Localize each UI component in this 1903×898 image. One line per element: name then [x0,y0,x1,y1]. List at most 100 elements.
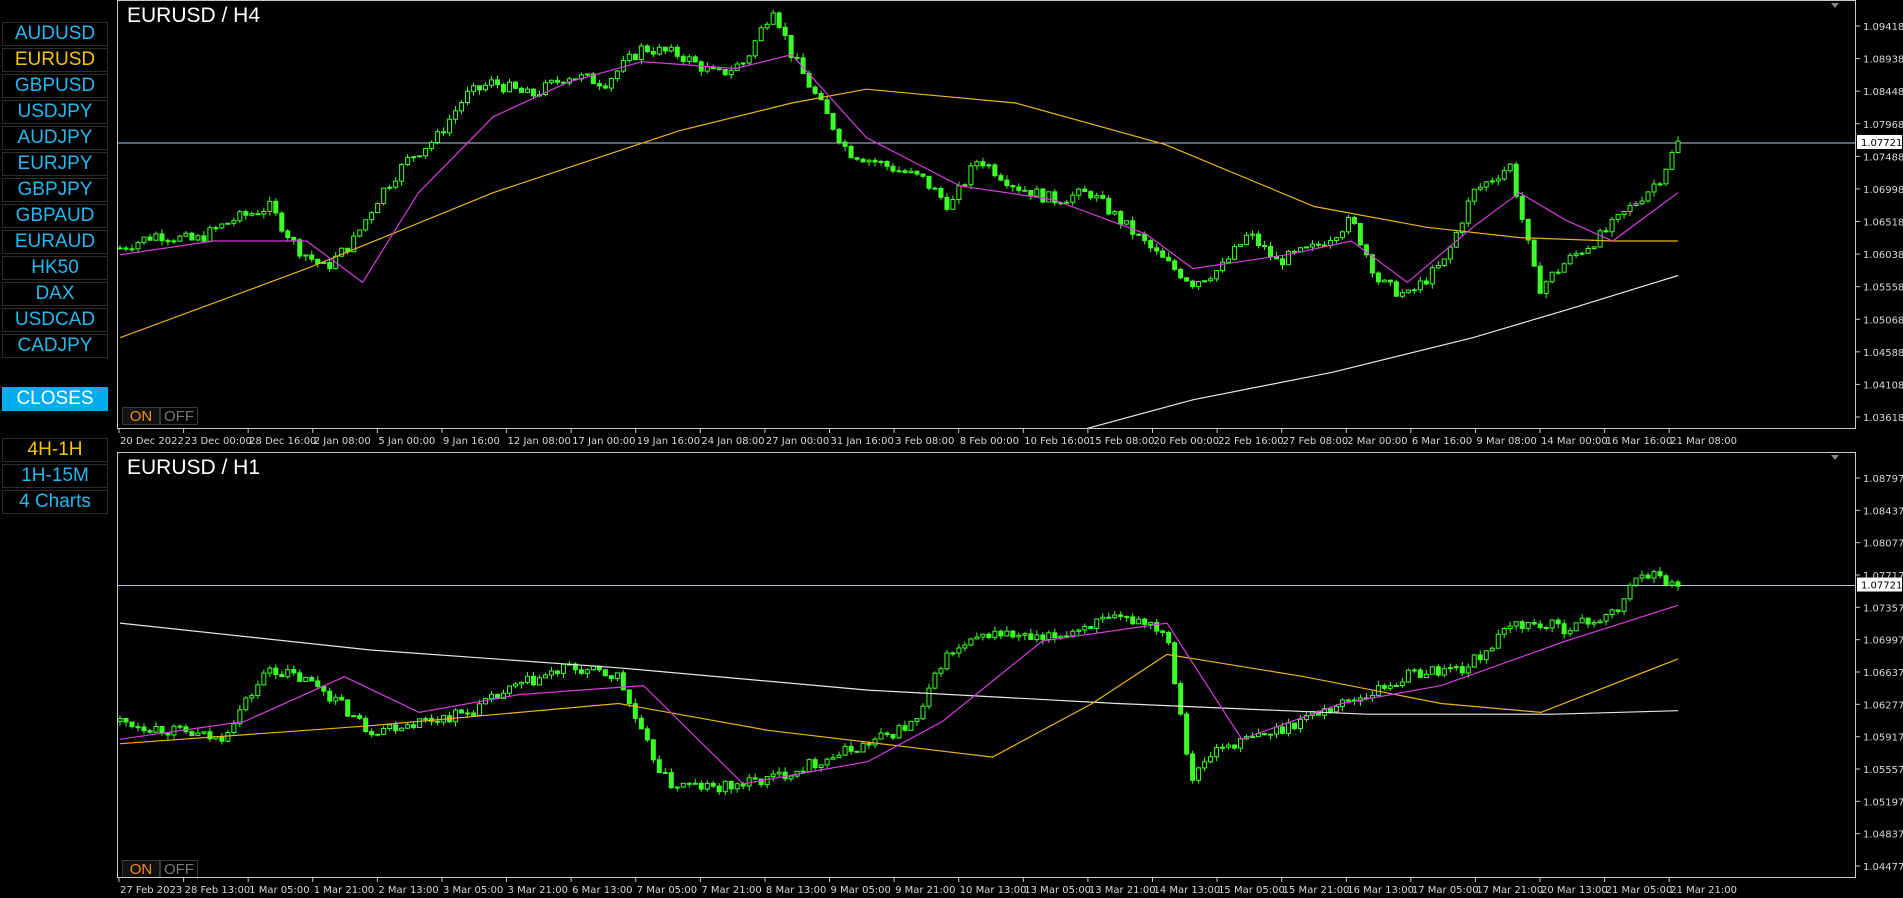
candle-body [363,219,369,231]
candle-body [201,731,207,734]
candle-body [860,742,866,753]
candle-body [339,696,345,701]
candle-body [423,148,429,157]
candle-body [1639,574,1645,579]
candle-body [842,745,848,756]
off-button[interactable]: OFF [160,860,198,877]
time-label: 12 Jan 08:00 [508,436,571,447]
candle-body [908,720,914,731]
candle-body [1232,246,1238,260]
candle-body [716,68,722,71]
symbol-button-eurjpy[interactable]: EURJPY [2,152,108,176]
candle-body [1519,195,1525,220]
candle-body [1214,270,1220,280]
time-axis[interactable]: 27 Feb 2023 28 Feb 13:00 1 Mar 05:00 1 Mar … [117,878,1856,898]
candle-body [548,670,554,676]
candle-body [1136,233,1142,236]
ma-slow-line [119,88,1678,339]
time-label: 9 Mar 21:00 [895,885,955,896]
candle-body [878,732,884,740]
symbol-button-euraud[interactable]: EURAUD [2,230,108,254]
candle-body [794,56,800,59]
price-label: 1.07488 [1863,152,1903,163]
candle-body [974,636,980,640]
time-label: 31 Jan 16:00 [831,436,894,447]
symbol-button-gbpaud[interactable]: GBPAUD [2,204,108,228]
symbol-button-gbpjpy[interactable]: GBPJPY [2,178,108,202]
candle-body [1609,218,1615,233]
symbol-button-gbpusd[interactable]: GBPUSD [2,74,108,98]
time-label: 2 Mar 00:00 [1347,436,1407,447]
chart-plot-area[interactable]: EURUSD / H1 ON OFF [117,452,1856,878]
time-label: 15 Mar 21:00 [1283,885,1350,896]
symbol-button-audjpy[interactable]: AUDJPY [2,126,108,150]
candle-body [1082,188,1088,193]
candle-body [1130,220,1136,235]
time-label: 7 Mar 05:00 [637,885,697,896]
candle-body [1034,634,1040,641]
on-button[interactable]: ON [122,860,160,877]
off-button[interactable]: OFF [160,407,198,425]
candle-body [1531,239,1537,267]
symbol-button-usdjpy[interactable]: USDJPY [2,100,108,124]
candle-body [243,211,249,216]
candle-body [1004,179,1010,187]
time-label: 28 Feb 13:00 [185,885,251,896]
timeframe-button-1h-15m[interactable]: 1H-15M [2,464,108,488]
candle-body [1124,220,1130,225]
candle-body [1471,188,1477,202]
candle-body [602,85,608,89]
candle-body [1076,629,1082,632]
price-axis[interactable]: 1.09418 1.08938 1.08448 1.07968 1.07488 1.069… [1856,0,1903,452]
symbol-button-usdcad[interactable]: USDCAD [2,308,108,332]
time-label: 10 Feb 16:00 [1024,436,1090,447]
time-label: 13 Mar 21:00 [1089,885,1156,896]
candle-body [1531,621,1537,625]
candle-body [1597,620,1603,624]
symbol-button-cadjpy[interactable]: CADJPY [2,334,108,358]
candle-body [1202,280,1208,283]
candle-body [986,633,992,639]
candle-body [1286,250,1291,266]
candle-body [1411,289,1417,292]
candle-body [135,241,141,250]
candle-body [1669,152,1675,170]
candle-body [387,724,393,730]
candle-body [1190,753,1196,781]
candle-body [1615,609,1621,612]
candle-body [1022,189,1028,192]
timeframe-button-4h-1h[interactable]: 4H-1H [2,438,108,462]
candle-body [1250,736,1256,739]
candle-body [914,170,920,175]
candle-body [854,750,860,753]
candle-body [237,211,243,222]
candle-body [1160,630,1166,633]
time-label: 20 Dec 2022 [120,436,184,447]
candle-body [686,782,692,785]
chart-plot-area[interactable]: EURUSD / H4 ON OFF [117,0,1856,429]
candle-body [776,771,782,775]
price-axis[interactable]: 1.08797 1.08437 1.08077 1.07717 1.07357 1.069… [1856,452,1903,898]
candle-body [255,213,261,216]
symbol-button-dax[interactable]: DAX [2,282,108,306]
symbol-sidebar: AUDUSD EURUSD GBPUSD USDJPY AUDJPY EURJP… [0,0,113,898]
symbol-button-eurusd[interactable]: EURUSD [2,48,108,72]
timeframe-button-4-charts[interactable]: 4 Charts [2,490,108,514]
candle-body [129,248,135,251]
candle-body [471,712,477,716]
candle-body [1339,231,1345,239]
candle-body [1471,654,1477,668]
candle-body [1663,168,1669,185]
candle-body [614,672,620,679]
candle-body [932,672,938,689]
candle-body [998,175,1004,181]
symbol-button-hk50[interactable]: HK50 [2,256,108,280]
time-label: 28 Dec 16:00 [249,436,316,447]
closes-button[interactable]: CLOSES [2,387,108,411]
candle-body [962,184,968,187]
candle-body [405,156,411,166]
candle-body [435,720,441,723]
on-button[interactable]: ON [122,407,160,425]
symbol-button-audusd[interactable]: AUDUSD [2,22,108,46]
time-axis[interactable]: 20 Dec 2022 23 Dec 00:00 28 Dec 16:00 2 Jan… [117,429,1856,449]
